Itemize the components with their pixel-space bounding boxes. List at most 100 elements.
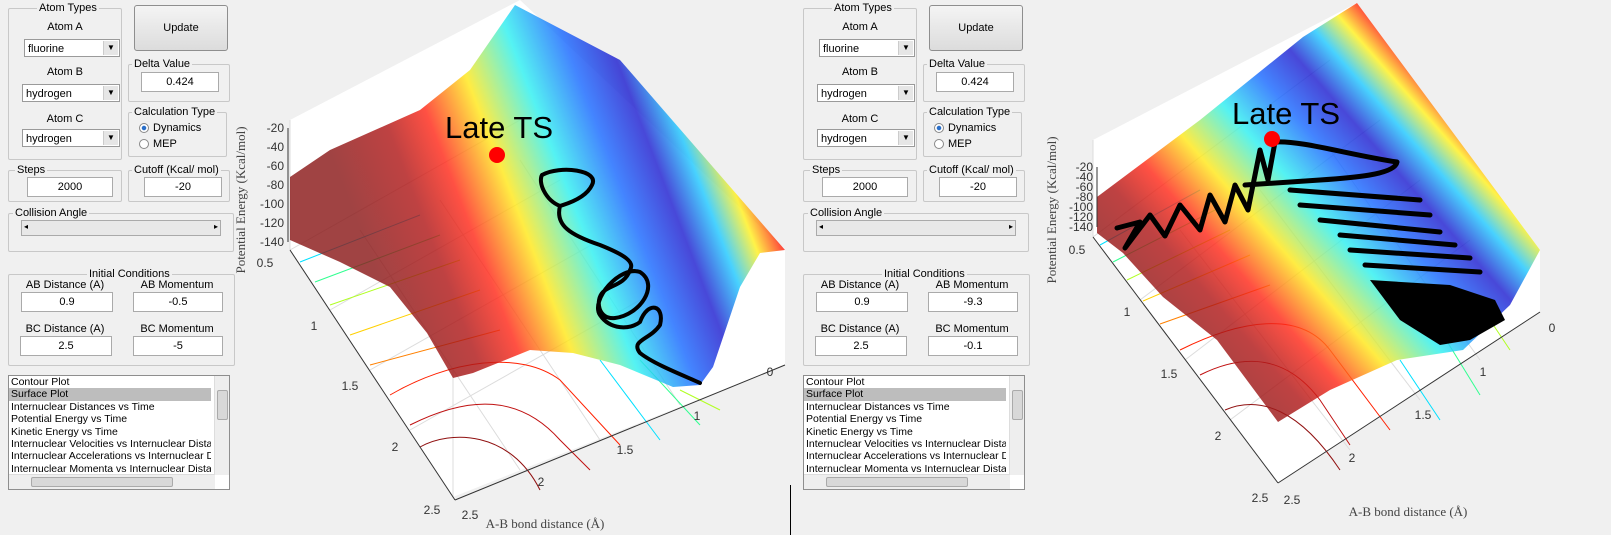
atom-types-group: Atom Types Atom A fluorine ▼ Atom B hydro… [8, 2, 122, 160]
list-item[interactable]: Potential Energy vs Time [9, 413, 211, 425]
arrow-right-icon[interactable]: ▸ [1009, 222, 1013, 231]
list-item[interactable]: Potential Energy vs Time [804, 413, 1006, 425]
grid-line [1092, 59, 1331, 238]
group-title: Calculation Type [132, 106, 218, 118]
scrollbar-thumb[interactable] [1012, 390, 1023, 420]
bc-distance-input[interactable]: 2.5 [20, 336, 112, 356]
z-axis-label: Potential Energy (Kcal/mol) [1044, 136, 1059, 283]
arrow-right-icon[interactable]: ▸ [214, 222, 218, 231]
trajectory-path [1114, 139, 1483, 275]
delta-value-input[interactable]: 0.424 [141, 72, 219, 92]
potential-surface [1097, 3, 1540, 422]
cutoff-input[interactable]: -20 [144, 177, 222, 197]
radio-label: Dynamics [153, 122, 202, 134]
atom-b-value: hydrogen [26, 88, 72, 100]
chevron-down-icon[interactable]: ▼ [898, 41, 913, 55]
contour-line [679, 389, 721, 411]
z-tick-label: -120 [1069, 210, 1093, 224]
chevron-down-icon[interactable]: ▼ [103, 41, 118, 55]
list-item[interactable]: Surface Plot [804, 388, 1006, 401]
update-button[interactable]: Update [134, 5, 228, 51]
atom-a-select[interactable]: fluorine ▼ [24, 39, 120, 57]
bc-momentum-input[interactable]: -0.1 [928, 336, 1018, 356]
ab-momentum-input[interactable]: -0.5 [133, 292, 223, 312]
chevron-down-icon[interactable]: ▼ [103, 86, 118, 100]
cutoff-group: Cutoff (Kcal/ mol) -20 [128, 164, 230, 202]
plot-floor [1093, 3, 1540, 483]
list-item[interactable]: Contour Plot [9, 376, 211, 388]
atom-a-select[interactable]: fluorine ▼ [819, 39, 915, 57]
ab-distance-input[interactable]: 0.9 [21, 292, 113, 312]
list-item[interactable]: Internuclear Distances vs Time [804, 401, 1006, 413]
collision-angle-slider[interactable]: ◂ ▸ [816, 220, 1016, 236]
calculation-type-group: Calculation Type Dynamics MEP [128, 106, 227, 157]
atom-b-select[interactable]: hydrogen ▼ [22, 84, 120, 102]
list-item[interactable]: Kinetic Energy vs Time [804, 426, 1006, 438]
atom-c-label: Atom C [46, 113, 84, 125]
radio-icon[interactable] [934, 123, 944, 134]
radio-icon[interactable] [139, 139, 149, 150]
list-item[interactable]: Contour Plot [804, 376, 1006, 388]
list-item[interactable]: Internuclear Accelerations vs Internucle… [9, 450, 211, 462]
initial-conditions-group: Initial Conditions AB Distance (A) AB Mo… [8, 268, 235, 366]
x-axis-label: A-B bond distance (Å) [486, 516, 605, 531]
delta-value-group: Delta Value 0.424 [923, 58, 1025, 102]
radio-mep[interactable]: MEP [139, 138, 177, 150]
horizontal-scrollbar[interactable] [804, 474, 1010, 489]
x-tick-label: 0 [767, 365, 774, 379]
grid-line [1184, 179, 1421, 361]
arrow-left-icon[interactable]: ◂ [819, 222, 823, 231]
potential-surface [290, 5, 785, 387]
steps-input[interactable]: 2000 [27, 177, 113, 197]
scrollbar-thumb[interactable] [31, 477, 173, 487]
atom-a-label: Atom A [47, 21, 83, 33]
radio-icon[interactable] [139, 123, 149, 134]
x-tick-label: 1 [694, 409, 701, 423]
atom-a-label: Atom A [842, 21, 878, 33]
list-item[interactable]: Internuclear Distances vs Time [9, 401, 211, 413]
steps-input[interactable]: 2000 [822, 177, 908, 197]
chevron-down-icon[interactable]: ▼ [898, 131, 913, 145]
list-item[interactable]: Internuclear Accelerations vs Internucle… [804, 450, 1006, 462]
atom-c-select[interactable]: hydrogen ▼ [817, 129, 915, 147]
cutoff-input[interactable]: -20 [939, 177, 1017, 197]
bc-distance-input[interactable]: 2.5 [815, 336, 907, 356]
atom-c-select[interactable]: hydrogen ▼ [22, 129, 120, 147]
contour-line [1099, 189, 1201, 246]
radio-label: MEP [153, 138, 177, 150]
atom-b-label: Atom B [841, 66, 879, 78]
group-title: Steps [15, 164, 48, 176]
chevron-down-icon[interactable]: ▼ [898, 86, 913, 100]
scrollbar-thumb[interactable] [217, 390, 228, 420]
list-item[interactable]: Internuclear Velocities vs Internuclear … [9, 438, 211, 450]
horizontal-scrollbar[interactable] [9, 474, 215, 489]
list-item[interactable]: Kinetic Energy vs Time [9, 426, 211, 438]
plot-type-listbox[interactable]: Contour Plot Surface Plot Internuclear Dis… [8, 375, 230, 490]
bc-momentum-input[interactable]: -5 [133, 336, 223, 356]
contour-line [1142, 254, 1251, 302]
radio-icon[interactable] [934, 139, 944, 150]
z-tick-label: -40 [1076, 170, 1094, 184]
update-button[interactable]: Update [929, 5, 1023, 51]
collision-angle-slider[interactable]: ◂ ▸ [21, 220, 221, 236]
radio-dynamics[interactable]: Dynamics [139, 122, 201, 134]
contour-line [1199, 360, 1351, 446]
list-item[interactable]: Internuclear Velocities vs Internuclear … [804, 438, 1006, 450]
radio-mep[interactable]: MEP [934, 138, 972, 150]
vertical-scrollbar[interactable] [214, 376, 229, 475]
ab-distance-label: AB Distance (A) [820, 279, 900, 291]
y-tick-label: 2 [1215, 429, 1222, 443]
grid-line [289, 119, 521, 251]
delta-value-input[interactable]: 0.424 [936, 72, 1014, 92]
plot-type-listbox[interactable]: Contour Plot Surface Plot Internuclear Dis… [803, 375, 1025, 490]
ab-momentum-input[interactable]: -9.3 [928, 292, 1018, 312]
chevron-down-icon[interactable]: ▼ [103, 131, 118, 145]
vertical-scrollbar[interactable] [1009, 376, 1024, 475]
list-item[interactable]: Surface Plot [9, 388, 211, 401]
ab-distance-input[interactable]: 0.9 [816, 292, 908, 312]
arrow-left-icon[interactable]: ◂ [24, 222, 28, 231]
radio-dynamics[interactable]: Dynamics [934, 122, 996, 134]
scrollbar-thumb[interactable] [826, 477, 968, 487]
atom-b-select[interactable]: hydrogen ▼ [817, 84, 915, 102]
grid-line [1229, 239, 1471, 421]
